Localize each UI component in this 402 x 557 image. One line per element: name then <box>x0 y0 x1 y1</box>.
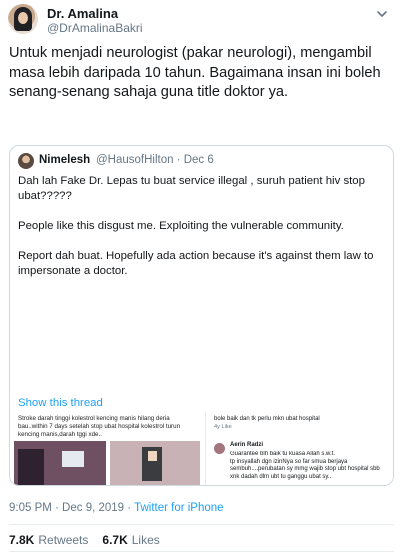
timestamp-text: 9:05 PM · Dec 9, 2019 · <box>9 502 135 514</box>
tweet-text: Untuk menjadi neurologist (pakar neurolo… <box>9 45 381 100</box>
tweet-header: Dr. Amalina @DrAmalinaBakri <box>8 4 394 35</box>
avatar[interactable] <box>8 4 38 34</box>
show-thread-link[interactable]: Show this thread <box>18 397 103 409</box>
retweets-count: 7.8K <box>9 533 35 547</box>
commenter-name: Aerin Radzi <box>230 442 264 448</box>
tweet-source-link[interactable]: Twitter for iPhone <box>134 502 223 514</box>
quoted-avatar <box>18 153 34 169</box>
likes-label: Likes <box>131 533 160 547</box>
media-image-left[interactable]: Stroke darah tinggi kolestrol kencing ma… <box>10 411 204 485</box>
media-right-top-meta: 4y Like <box>214 424 232 430</box>
retweets-stat[interactable]: 7.8K Retweets <box>9 533 88 547</box>
media-image-right[interactable]: bole baik dan tk perlu mkn ubat hospital… <box>205 411 393 485</box>
avatar-face <box>18 12 28 24</box>
media-right-top-text: bole baik dan tk perlu mkn ubat hospital <box>214 416 320 422</box>
tweet-timestamp: 9:05 PM · Dec 9, 2019 · Twitter for iPho… <box>9 502 224 514</box>
quoted-tweet-text: Dah lah Fake Dr. Lepas tu buat service i… <box>18 175 374 277</box>
divider-bottom <box>9 551 394 552</box>
quoted-media[interactable]: Stroke darah tinggi kolestrol kencing ma… <box>10 411 393 485</box>
retweets-label: Retweets <box>38 533 89 547</box>
likes-stat[interactable]: 6.7K Likes <box>102 533 159 547</box>
comment-text: Guarantee blh baik tu kuasa Allah s.w.t.… <box>230 451 380 480</box>
quoted-author-name: Nimelesh <box>39 154 91 166</box>
chevron-down-icon[interactable] <box>376 8 388 20</box>
divider <box>9 524 394 525</box>
author-name[interactable]: Dr. Amalina <box>47 6 118 21</box>
tweet: Dr. Amalina @DrAmalinaBakri Untuk menjad… <box>0 0 402 557</box>
quoted-tweet[interactable]: Nimelesh @HausofHilton · Dec 6 Dah lah F… <box>9 145 394 486</box>
quoted-author-handle: @HausofHilton · Dec 6 <box>96 154 214 166</box>
engagement-stats: 7.8K Retweets 6.7K Likes <box>9 533 160 547</box>
commenter-avatar <box>214 443 225 454</box>
likes-count: 6.7K <box>102 533 128 547</box>
author-handle[interactable]: @DrAmalinaBakri <box>47 21 143 35</box>
media-left-photos <box>14 441 200 485</box>
